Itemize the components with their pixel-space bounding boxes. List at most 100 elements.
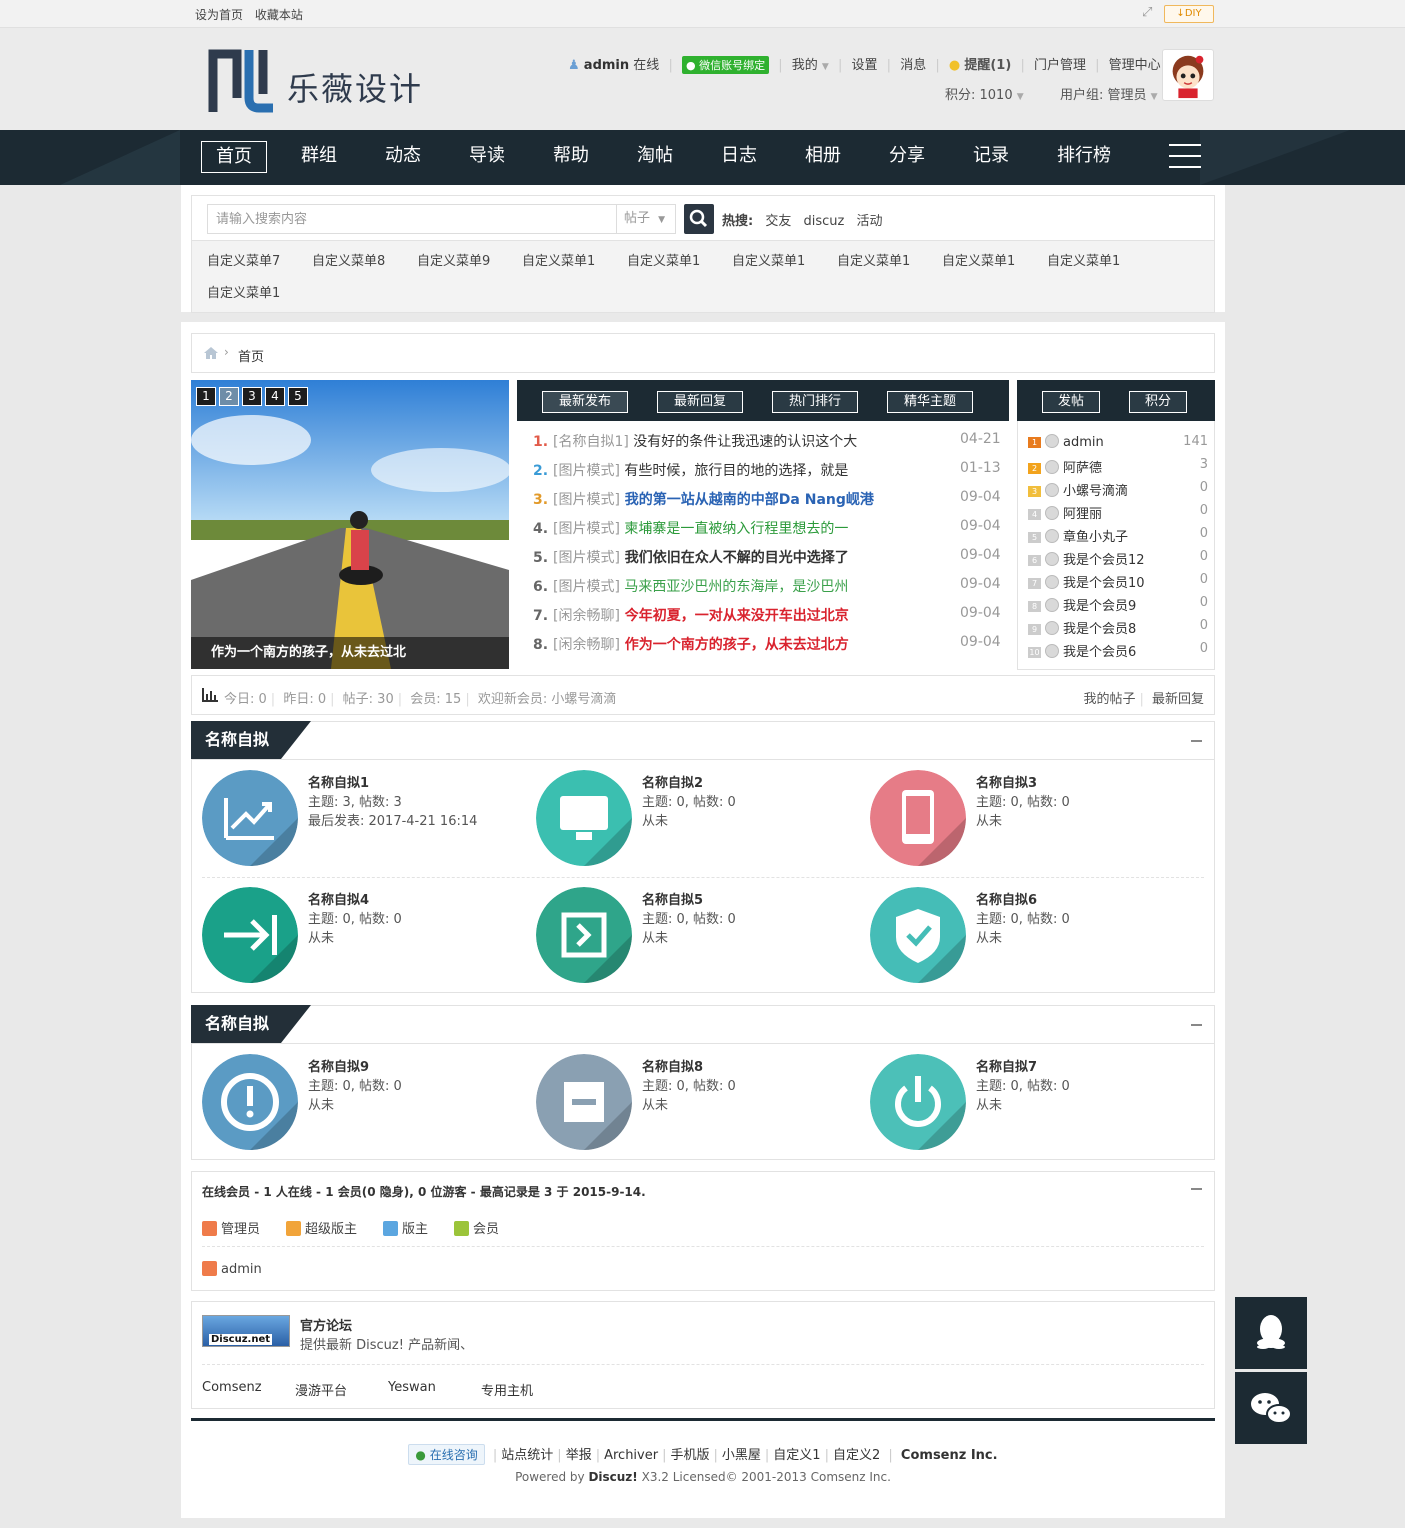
footer-link[interactable]: 举报 [566,1448,592,1463]
rank-tab[interactable]: 发帖 [1042,391,1100,413]
online-member[interactable]: admin [202,1261,262,1277]
news-category-link[interactable]: [图片模式] [553,579,620,595]
news-title-link[interactable]: 没有好的条件让我迅速的认识这个大 [629,434,857,450]
rank-item[interactable]: 3 小螺号滴滴 0 [1028,480,1208,503]
collapse-icon[interactable] [1191,1024,1202,1026]
news-title-link[interactable]: 有些时候，旅行目的地的选择，就是 [620,463,848,479]
forum-name-link[interactable]: 名称自拟3 [976,772,1037,791]
username-link[interactable]: admin [584,58,629,73]
footer-link[interactable]: 手机版 [670,1448,709,1463]
custom-menu-item[interactable]: 自定义菜单1 [627,250,700,269]
news-category-link[interactable]: [图片模式] [553,550,620,566]
footer-link[interactable]: Archiver [604,1448,658,1463]
rank-item[interactable]: 5 章鱼小丸子 0 [1028,526,1208,549]
forum-name-link[interactable]: 名称自拟9 [308,1056,369,1075]
fullscreen-icon[interactable]: ⤢ [1142,6,1156,20]
rank-item[interactable]: 4 阿狸丽 0 [1028,503,1208,526]
nav-item[interactable]: 导读 [455,141,519,173]
custom-menu-item[interactable]: 自定义菜单1 [1047,250,1120,269]
footer-link[interactable]: 站点统计 [501,1448,553,1463]
news-category-link[interactable]: [名称自拟1] [553,434,629,450]
friend-text-link[interactable]: 漫游平台 [295,1380,347,1399]
rank-avatar[interactable] [1045,621,1059,635]
news-item[interactable]: 1. [名称自拟1] 没有好的条件让我迅速的认识这个大 04-21 [533,431,1003,460]
rank-username-link[interactable]: 我是个会员10 [1063,576,1145,591]
hamburger-menu-icon[interactable] [1169,144,1201,170]
rank-item[interactable]: 7 我是个会员10 0 [1028,572,1208,595]
rank-username-link[interactable]: 小螺号滴滴 [1063,484,1128,499]
forum-item[interactable]: 名称自拟6 主题: 0, 帖数: 0 从未 [870,887,1200,987]
rank-tab[interactable]: 积分 [1129,391,1187,413]
custom-menu-item[interactable]: 自定义菜单1 [837,250,910,269]
news-item[interactable]: 7. [闲余畅聊] 今年初夏，一对从来没开车出过北京 09-04 [533,605,1003,634]
image-slider[interactable]: 12345 作为一个南方的孩子，从未去过北 [191,380,509,669]
news-title-link[interactable]: 我们依旧在众人不解的目光中选择了 [620,550,849,566]
friend-text-link[interactable]: 专用主机 [481,1380,533,1399]
footer-link[interactable]: 自定义1 [773,1448,820,1463]
rank-item[interactable]: 1 admin 141 [1028,434,1208,457]
rank-avatar[interactable] [1045,460,1059,474]
news-tab[interactable]: 最新发布 [542,391,628,413]
custom-menu-item[interactable]: 自定义菜单1 [207,282,280,301]
news-title-link[interactable]: 我的第一站从越南的中部Da Nang岘港 [620,492,874,508]
remind-link[interactable]: 提醒(1) [964,58,1011,73]
forum-name-link[interactable]: 名称自拟2 [642,772,703,791]
custom-menu-item[interactable]: 自定义菜单9 [417,250,490,269]
forum-item[interactable]: 名称自拟5 主题: 0, 帖数: 0 从未 [536,887,866,987]
monitor-icon[interactable] [536,770,632,866]
phone-icon[interactable] [870,770,966,866]
news-item[interactable]: 2. [图片模式] 有些时候，旅行目的地的选择，就是 01-13 [533,460,1003,489]
news-item[interactable]: 4. [图片模式] 柬埔寨是一直被纳入行程里想去的一 09-04 [533,518,1003,547]
settings-link[interactable]: 设置 [852,58,878,73]
news-tab[interactable]: 精华主题 [887,391,973,413]
forum-name-link[interactable]: 名称自拟7 [976,1056,1037,1075]
nav-item[interactable]: 记录 [959,141,1023,173]
collapse-icon[interactable] [1191,740,1202,742]
nav-item[interactable]: 淘帖 [623,141,687,173]
official-forum-link[interactable]: 官方论坛 [300,1315,352,1334]
minus-square-icon[interactable] [536,1054,632,1150]
search-input[interactable]: 请输入搜索内容 [207,204,617,234]
slider-page-button[interactable]: 5 [288,387,308,406]
forum-item[interactable]: 名称自拟8 主题: 0, 帖数: 0 从未 [536,1054,866,1154]
news-title-link[interactable]: 柬埔寨是一直被纳入行程里想去的一 [620,521,848,537]
rank-item[interactable]: 10 我是个会员6 0 [1028,641,1208,664]
news-item[interactable]: 3. [图片模式] 我的第一站从越南的中部Da Nang岘港 09-04 [533,489,1003,518]
custom-menu-item[interactable]: 自定义菜单7 [207,250,280,269]
diy-button[interactable]: ↓DIY [1164,5,1214,23]
forum-item[interactable]: 名称自拟1 主题: 3, 帖数: 3 最后发表: 2017-4-21 16:14 [202,770,532,870]
forum-name-link[interactable]: 名称自拟1 [308,772,369,791]
rank-username-link[interactable]: admin [1063,435,1104,450]
forum-item[interactable]: 名称自拟3 主题: 0, 帖数: 0 从未 [870,770,1200,870]
rank-item[interactable]: 8 我是个会员9 0 [1028,595,1208,618]
rank-item[interactable]: 6 我是个会员12 0 [1028,549,1208,572]
chart-up-icon[interactable] [202,770,298,866]
rank-username-link[interactable]: 我是个会员6 [1063,645,1136,660]
power-icon[interactable] [870,1054,966,1150]
friend-text-link[interactable]: Comsenz [202,1380,262,1395]
slider-page-button[interactable]: 4 [265,387,285,406]
forum-name-link[interactable]: 名称自拟6 [976,889,1037,908]
news-title-link[interactable]: 作为一个南方的孩子，从未去过北方 [620,637,849,653]
rank-avatar[interactable] [1045,529,1059,543]
admin-center-link[interactable]: 管理中心 [1109,58,1161,73]
rank-username-link[interactable]: 我是个会员9 [1063,599,1136,614]
forum-item[interactable]: 名称自拟9 主题: 0, 帖数: 0 从未 [202,1054,532,1154]
section-title[interactable]: 名称自拟 [191,1005,281,1043]
hot-search-item[interactable]: 交友 [765,214,791,229]
news-title-link[interactable]: 马来西亚沙巴州的东海岸，是沙巴州 [620,579,848,595]
collapse-icon[interactable] [1191,1188,1202,1190]
friend-text-link[interactable]: Yeswan [388,1380,436,1395]
nav-item[interactable]: 分享 [875,141,939,173]
slide-caption[interactable]: 作为一个南方的孩子，从未去过北 [191,637,509,669]
user-avatar[interactable] [1162,49,1214,101]
news-category-link[interactable]: [图片模式] [553,492,620,508]
news-item[interactable]: 6. [图片模式] 马来西亚沙巴州的东海岸，是沙巴州 09-04 [533,576,1003,605]
chevron-square-icon[interactable] [536,887,632,983]
stat-welcome[interactable]: 欢迎新会员: 小螺号滴滴 [478,692,617,707]
custom-menu-item[interactable]: 自定义菜单1 [942,250,1015,269]
hot-search-item[interactable]: 活动 [857,214,883,229]
news-item[interactable]: 5. [图片模式] 我们依旧在众人不解的目光中选择了 09-04 [533,547,1003,576]
news-category-link[interactable]: [图片模式] [553,463,620,479]
home-icon[interactable] [204,347,218,359]
